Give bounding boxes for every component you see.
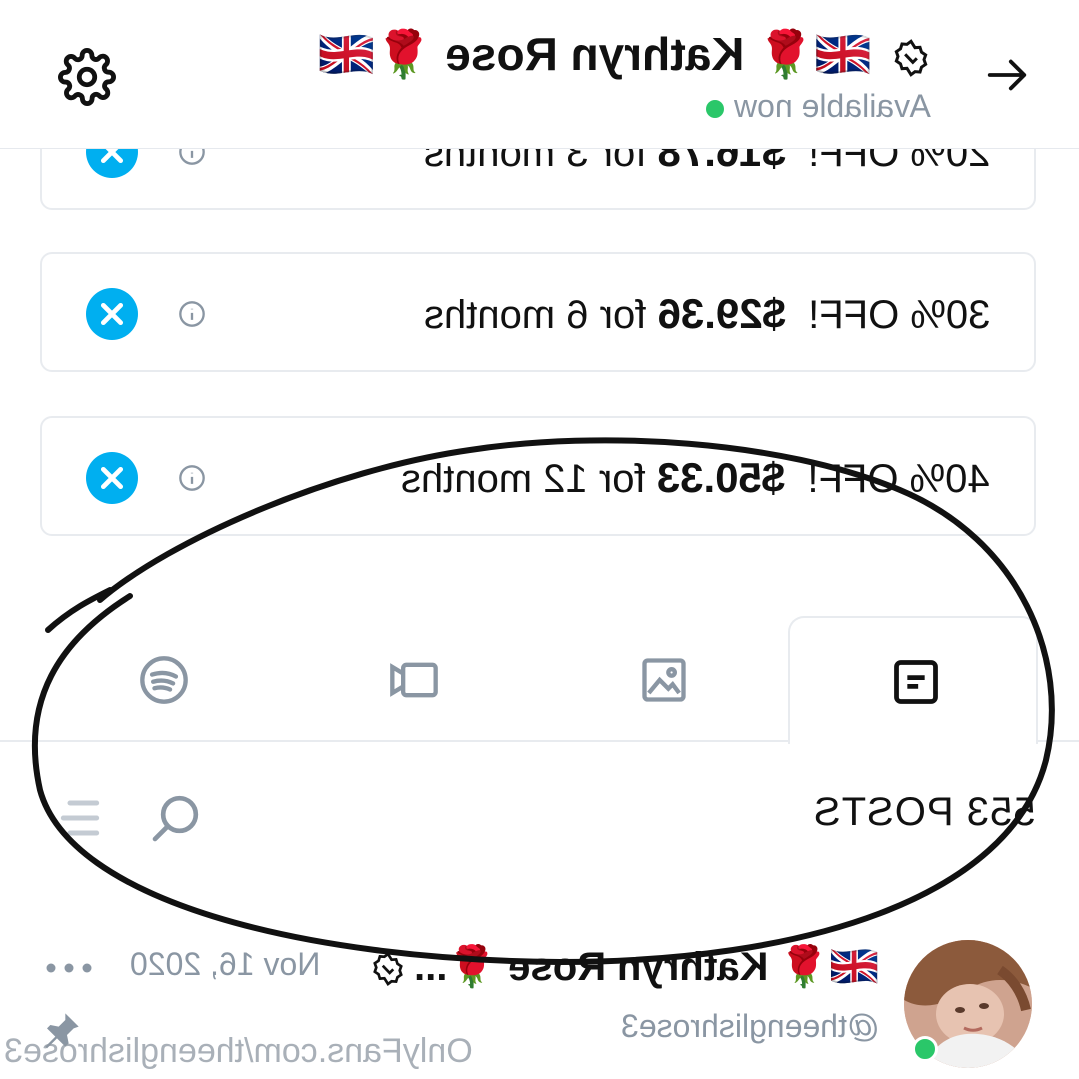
posts-count-text: 553 POSTS: [812, 790, 1035, 834]
close-icon: [100, 302, 124, 326]
post-date-text: Nov 16, 2020: [130, 946, 321, 982]
online-dot-icon: [706, 99, 725, 118]
offer-text: 30% OFF! $29.36 for 6 months: [424, 284, 990, 345]
tab-posts[interactable]: [788, 616, 1038, 744]
post-author[interactable]: 🇬🇧🌹 Kathryn Rose 🌹...: [370, 942, 879, 992]
offer-period: for 12 months: [401, 457, 646, 501]
watermark-text: OnlyFans.com/theenglishrose3: [4, 1032, 473, 1070]
watermark: OnlyFans.com/theenglishrose3: [4, 1032, 473, 1071]
remove-offer-button[interactable]: [86, 288, 138, 340]
content-tabs: [0, 616, 1079, 744]
screen: 🇬🇧🌹 Kathryn Rose 🌹🇬🇧 Available now 20% O…: [0, 0, 1079, 1079]
info-icon[interactable]: [178, 464, 206, 492]
offer-card-12-months: 40% OFF! $50.33 for 12 months: [40, 416, 1036, 536]
online-status: Available now: [706, 86, 931, 126]
offer-discount: 40% OFF!: [807, 457, 990, 501]
offer-price: $50.33: [657, 454, 786, 501]
posts-count: 553 POSTS: [813, 790, 1035, 835]
back-arrow-icon[interactable]: [982, 52, 1032, 98]
offer-discount: 30% OFF!: [807, 293, 990, 337]
post-handle-text: @theenglishrose3: [620, 1008, 879, 1044]
info-icon[interactable]: [178, 300, 206, 328]
more-options-icon[interactable]: [44, 958, 94, 978]
spotify-icon: [140, 656, 188, 704]
post-handle[interactable]: @theenglishrose3: [621, 1008, 879, 1045]
search-icon[interactable]: [148, 790, 204, 846]
offer-card-6-months: 30% OFF! $29.36 for 6 months: [40, 252, 1036, 372]
tab-videos[interactable]: [288, 616, 538, 742]
gear-icon[interactable]: [58, 48, 116, 106]
profile-title: 🇬🇧🌹 Kathryn Rose 🌹🇬🇧: [318, 26, 931, 82]
verified-icon: [373, 952, 403, 987]
online-status-text: Available now: [734, 88, 931, 124]
profile-title-text: 🇬🇧🌹 Kathryn Rose 🌹🇬🇧: [318, 28, 873, 80]
filter-menu-icon[interactable]: [50, 798, 100, 838]
posts-icon: [894, 660, 938, 704]
profile-header: 🇬🇧🌹 Kathryn Rose 🌹🇬🇧 Available now: [0, 0, 1079, 149]
offer-text: 40% OFF! $50.33 for 12 months: [401, 448, 990, 509]
post-author-text: 🇬🇧🌹 Kathryn Rose 🌹...: [413, 945, 879, 989]
photo-icon: [642, 658, 686, 702]
tab-photos[interactable]: [538, 616, 788, 742]
close-icon: [100, 466, 124, 490]
online-dot-icon: [912, 1036, 938, 1062]
verified-icon: [894, 39, 928, 77]
remove-offer-button[interactable]: [86, 452, 138, 504]
post-date: Nov 16, 2020: [130, 946, 320, 983]
tab-audio[interactable]: [38, 616, 288, 742]
offer-period: for 6 months: [423, 293, 646, 337]
video-icon: [390, 662, 438, 698]
offer-price: $29.36: [657, 290, 786, 337]
